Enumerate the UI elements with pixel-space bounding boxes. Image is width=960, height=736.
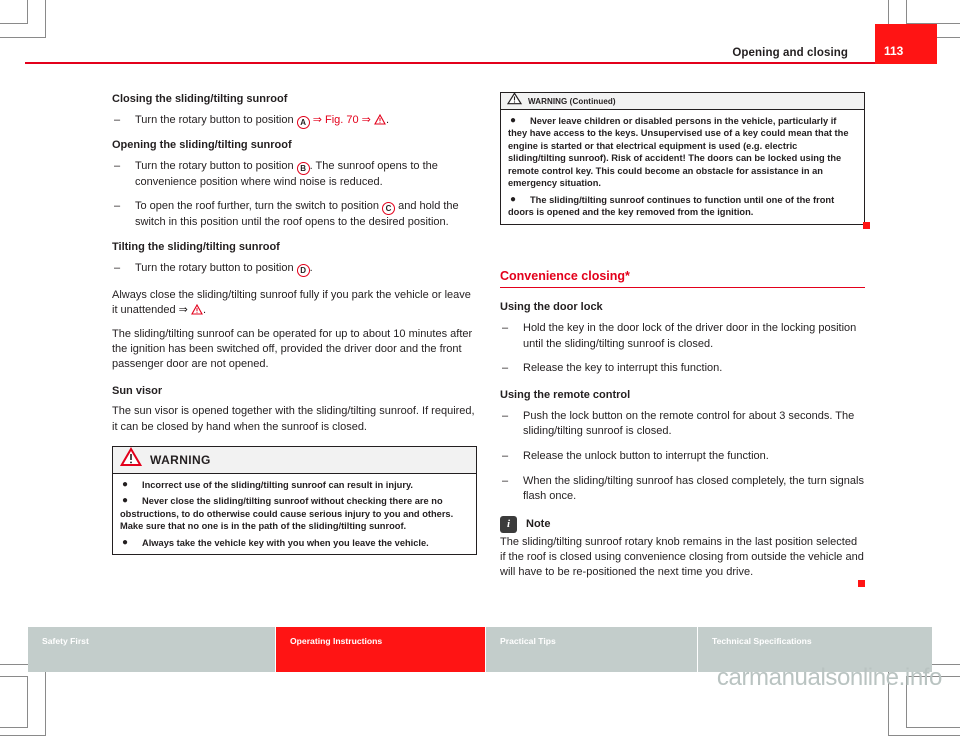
dash-marker: – xyxy=(502,449,509,462)
list-item: – To open the roof further, turn the swi… xyxy=(112,199,477,231)
right-column: WARNING (Continued) ● Never leave childr… xyxy=(500,92,870,589)
note-header: i Note xyxy=(500,515,865,533)
warning-continued-header: WARNING (Continued) xyxy=(501,92,864,110)
heading-using-remote-control: Using the remote control xyxy=(500,388,631,401)
list-item: – Turn the rotary button to position A ⇒… xyxy=(112,113,477,129)
warning-box-header: WARNING xyxy=(113,446,476,474)
note-text: The sliding/tilting sunroof rotary knob … xyxy=(500,535,864,579)
list-item-text: When the sliding/tilting sunroof has clo… xyxy=(523,474,864,503)
warning-bullet: ● Never close the sliding/tilting sunroo… xyxy=(120,495,469,532)
warning-bullet: ● Never leave children or disabled perso… xyxy=(508,115,857,190)
warning-bullet-text: Always take the vehicle key with you whe… xyxy=(142,537,429,548)
section-heading-rule xyxy=(500,286,865,289)
warning-box-title: WARNING xyxy=(150,452,211,467)
warning-bullet-text: Never leave children or disabled persons… xyxy=(508,116,849,189)
warning-bullet-text: The sliding/tilting sunroof continues to… xyxy=(508,194,835,218)
warning-triangle-icon xyxy=(374,113,386,125)
list-item-text: Turn the rotary button to position xyxy=(135,159,294,172)
dash-marker: – xyxy=(502,362,509,375)
dash-marker: – xyxy=(114,261,121,274)
dash-marker: – xyxy=(114,200,121,213)
list-item-text: Release the key to interrupt this functi… xyxy=(523,362,723,375)
list-item: – Push the lock button on the remote con… xyxy=(500,409,865,440)
bullet-glyph: ● xyxy=(510,115,517,126)
dash-marker: – xyxy=(114,113,121,126)
info-icon: i xyxy=(500,515,517,533)
header-divider xyxy=(25,62,935,64)
warning-box: WARNING ● Incorrect use of the sliding/t… xyxy=(112,445,477,556)
crop-mark-top-left-b xyxy=(0,0,46,38)
dash-marker: – xyxy=(114,159,121,172)
heading-using-door-lock: Using the door lock xyxy=(500,301,603,314)
warning-continued-body: ● Never leave children or disabled perso… xyxy=(501,110,864,224)
heading-closing-sunroof: Closing the sliding/tilting sunroof xyxy=(112,93,288,105)
heading-opening-sunroof: Opening the sliding/tilting sunroof xyxy=(112,138,292,151)
warning-continued-box: WARNING (Continued) ● Never leave childr… xyxy=(500,92,865,225)
list-item-text: Hold the key in the door lock of the dri… xyxy=(523,322,857,350)
position-marker-d: D xyxy=(296,263,310,277)
list-item-text: Turn the rotary button to position xyxy=(135,113,294,126)
list-item: – Release the key to interrupt this func… xyxy=(500,361,865,377)
heading-tilting-sunroof: Tilting the sliding/tilting sunroof xyxy=(112,240,280,253)
note-title: Note xyxy=(526,518,551,531)
footer-tab-safety-first[interactable]: Safety First xyxy=(28,627,276,672)
list-item-text: To open the roof further, turn the switc… xyxy=(135,200,379,213)
warning-triangle-icon xyxy=(119,447,143,472)
sentence-end: . xyxy=(202,303,207,316)
list-item-text: Turn the rotary button to position xyxy=(135,261,294,274)
heading-sun-visor: Sun visor xyxy=(112,384,163,397)
bullet-glyph: ● xyxy=(122,536,129,548)
warning-triangle-icon xyxy=(506,92,523,110)
list-item-text: Push the lock button on the remote contr… xyxy=(523,409,855,438)
position-marker-c: C xyxy=(382,202,396,216)
dash-marker: – xyxy=(502,474,509,487)
dash-marker: – xyxy=(502,409,509,422)
warning-continued-title: WARNING (Continued) xyxy=(528,96,616,106)
list-item: – Turn the rotary button to position B. … xyxy=(112,159,477,191)
dash-marker: – xyxy=(502,322,509,335)
position-marker-a: A xyxy=(296,115,310,129)
figure-reference: ⇒ Fig. 70 ⇒ xyxy=(312,113,371,126)
list-item: – Turn the rotary button to position D. xyxy=(112,261,477,277)
paragraph-always-close: Always close the sliding/tilting sunroof… xyxy=(112,288,477,318)
list-item: – When the sliding/tilting sunroof has c… xyxy=(500,474,865,505)
watermark: carmanualsonline.info xyxy=(716,664,942,691)
bullet-glyph: ● xyxy=(122,495,129,507)
position-marker-b: B xyxy=(296,161,310,175)
list-item-text: Release the unlock button to interrupt t… xyxy=(523,449,769,462)
crop-mark-bottom-left-b xyxy=(0,664,46,736)
warning-bullet-text: Incorrect use of the sliding/tilting sun… xyxy=(142,479,414,490)
list-item: – Hold the key in the door lock of the d… xyxy=(500,321,865,352)
footer-tab-operating-instructions[interactable]: Operating Instructions xyxy=(276,627,486,672)
list-item: – Release the unlock button to interrupt… xyxy=(500,449,865,465)
warning-box-body: ● Incorrect use of the sliding/tilting s… xyxy=(113,474,476,554)
bullet-glyph: ● xyxy=(510,193,517,205)
page-title: Opening and closing xyxy=(732,47,848,59)
paragraph-sun-visor: The sun visor is opened together with th… xyxy=(112,405,475,433)
sentence-end: . xyxy=(385,113,390,126)
warning-bullet: ● Incorrect use of the sliding/tilting s… xyxy=(120,479,469,491)
footer-tab-practical-tips[interactable]: Practical Tips xyxy=(486,627,698,672)
end-of-section-marker xyxy=(863,222,870,229)
warning-bullet-text: Never close the sliding/tilting sunroof … xyxy=(120,496,454,532)
bullet-glyph: ● xyxy=(122,478,129,490)
note-block: i Note The sliding/tilting sunroof rotar… xyxy=(500,515,865,581)
warning-triangle-icon xyxy=(191,303,203,315)
section-heading-convenience-closing: Convenience closing* xyxy=(500,268,630,283)
end-of-section-marker xyxy=(858,580,865,587)
paragraph-text: Always close the sliding/tilting sunroof… xyxy=(112,288,471,316)
paragraph-operation-time: The sliding/tilting sunroof can be opera… xyxy=(112,328,473,371)
warning-bullet: ● Always take the vehicle key with you w… xyxy=(120,537,469,549)
left-column: Closing the sliding/tilting sunroof – Tu… xyxy=(112,92,477,556)
page-number: 113 xyxy=(884,44,904,58)
warning-bullet: ● The sliding/tilting sunroof continues … xyxy=(508,194,857,219)
sentence-end: . xyxy=(309,261,313,274)
